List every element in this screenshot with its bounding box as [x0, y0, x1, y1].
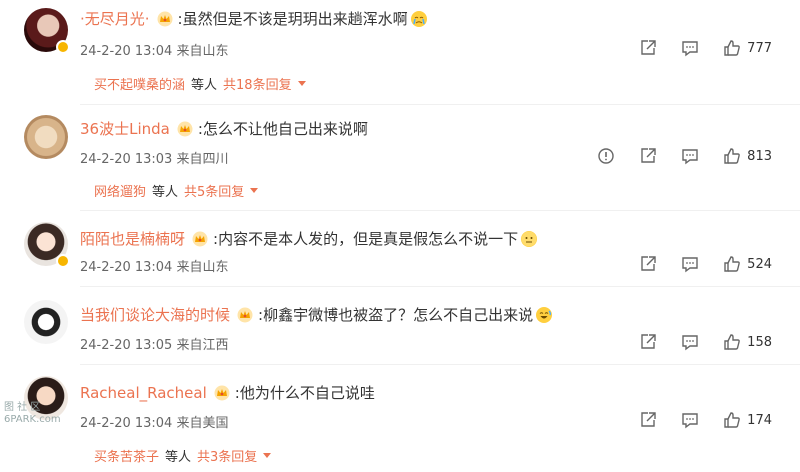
fan-crown-badge-icon: [156, 11, 174, 27]
divider: [80, 104, 800, 105]
verified-badge-icon: [56, 254, 70, 268]
divider: [80, 286, 800, 287]
thumbs-up-icon[interactable]: [723, 411, 741, 429]
comment-meta: 24-2-20 13:04 来自山东: [80, 260, 229, 275]
fan-crown-badge-icon: [191, 231, 209, 247]
reply-total[interactable]: 共18条回复: [223, 74, 292, 93]
avatar[interactable]: [24, 8, 72, 56]
divider: [80, 210, 800, 211]
chevron-down-icon[interactable]: [297, 81, 306, 86]
comment-actions: 777: [615, 38, 772, 58]
comment-icon[interactable]: [681, 147, 699, 165]
chevron-down-icon[interactable]: [250, 188, 259, 193]
watermark-line1: 图 社 区: [4, 402, 41, 413]
report-icon[interactable]: [597, 147, 615, 165]
reply-etc: 等人: [191, 78, 218, 93]
share-icon[interactable]: [639, 411, 657, 429]
crying-emoji-icon: [410, 10, 427, 27]
avatar[interactable]: [24, 222, 72, 270]
chevron-down-icon[interactable]: [263, 453, 272, 458]
share-icon[interactable]: [639, 39, 657, 57]
reply-total[interactable]: 共5条回复: [184, 181, 244, 200]
thumbs-up-icon[interactable]: [723, 255, 741, 273]
comment-actions: 813: [573, 146, 772, 166]
comment-meta: 24-2-20 13:03 来自四川: [80, 152, 229, 167]
share-icon[interactable]: [639, 255, 657, 273]
comment-text: :柳鑫宇微博也被盗了？怎么不自己出来说: [258, 306, 534, 324]
avatar[interactable]: [24, 115, 72, 163]
reply-etc: 等人: [152, 185, 179, 200]
thumbs-up-icon[interactable]: [723, 333, 741, 351]
like-count: 158: [747, 334, 772, 350]
divider: [80, 364, 800, 365]
reply-summary[interactable]: 买条苦茶子 等人 共3条回复: [94, 446, 272, 465]
laughing-emoji-icon: [536, 306, 553, 323]
comment-text: :虽然但是不该是玥玥出来趟浑水啊: [177, 10, 408, 28]
comment-username[interactable]: Racheal_Racheal: [80, 384, 207, 402]
comment-text: :怎么不让他自己出来说啊: [197, 120, 368, 138]
reply-summary[interactable]: 网络遛狗 等人 共5条回复: [94, 181, 259, 200]
comment-username[interactable]: 36波士Linda: [80, 118, 170, 139]
emoji-icon: [521, 230, 538, 247]
like-count: 813: [747, 148, 772, 164]
watermark: 图 社 区 6PARK.com: [4, 402, 61, 426]
reply-username[interactable]: 网络遛狗: [94, 181, 146, 200]
like-count: 524: [747, 256, 772, 272]
reply-total[interactable]: 共3条回复: [197, 446, 257, 465]
thumbs-up-icon[interactable]: [723, 39, 741, 57]
comment-username[interactable]: ·无尽月光·: [80, 8, 150, 29]
comment-actions: 524: [615, 254, 772, 274]
reply-summary[interactable]: 买不起噗桑的涵 等人 共18条回复: [94, 74, 306, 93]
reply-username[interactable]: 买条苦茶子: [94, 446, 159, 465]
like-count: 777: [747, 40, 772, 56]
watermark-line2: 6PARK.com: [4, 414, 61, 425]
verified-badge-icon: [56, 40, 70, 54]
comment-icon[interactable]: [681, 255, 699, 273]
thumbs-up-icon[interactable]: [723, 147, 741, 165]
fan-crown-badge-icon: [176, 121, 194, 137]
like-count: 174: [747, 412, 772, 428]
comment-actions: 158: [615, 332, 772, 352]
comment-icon[interactable]: [681, 333, 699, 351]
reply-etc: 等人: [165, 450, 192, 465]
reply-username[interactable]: 买不起噗桑的涵: [94, 74, 185, 93]
fan-crown-badge-icon: [236, 307, 254, 323]
comment-text: :他为什么不自己说哇: [234, 384, 375, 402]
comment-icon[interactable]: [681, 39, 699, 57]
share-icon[interactable]: [639, 147, 657, 165]
fan-crown-badge-icon: [213, 385, 231, 401]
comment-text: :内容不是本人发的，但是真是假怎么不说一下: [213, 230, 519, 248]
avatar[interactable]: [24, 300, 72, 348]
comment-meta: 24-2-20 13:04 来自山东: [80, 44, 229, 59]
comment-username[interactable]: 当我们谈论大海的时候: [80, 304, 230, 325]
share-icon[interactable]: [639, 333, 657, 351]
comment-actions: 174: [615, 410, 772, 430]
comment-username[interactable]: 陌陌也是楠楠呀: [80, 228, 185, 249]
comment-icon[interactable]: [681, 411, 699, 429]
comment-meta: 24-2-20 13:05 来自江西: [80, 338, 229, 353]
comment-meta: 24-2-20 13:04 来自美国: [80, 416, 229, 431]
